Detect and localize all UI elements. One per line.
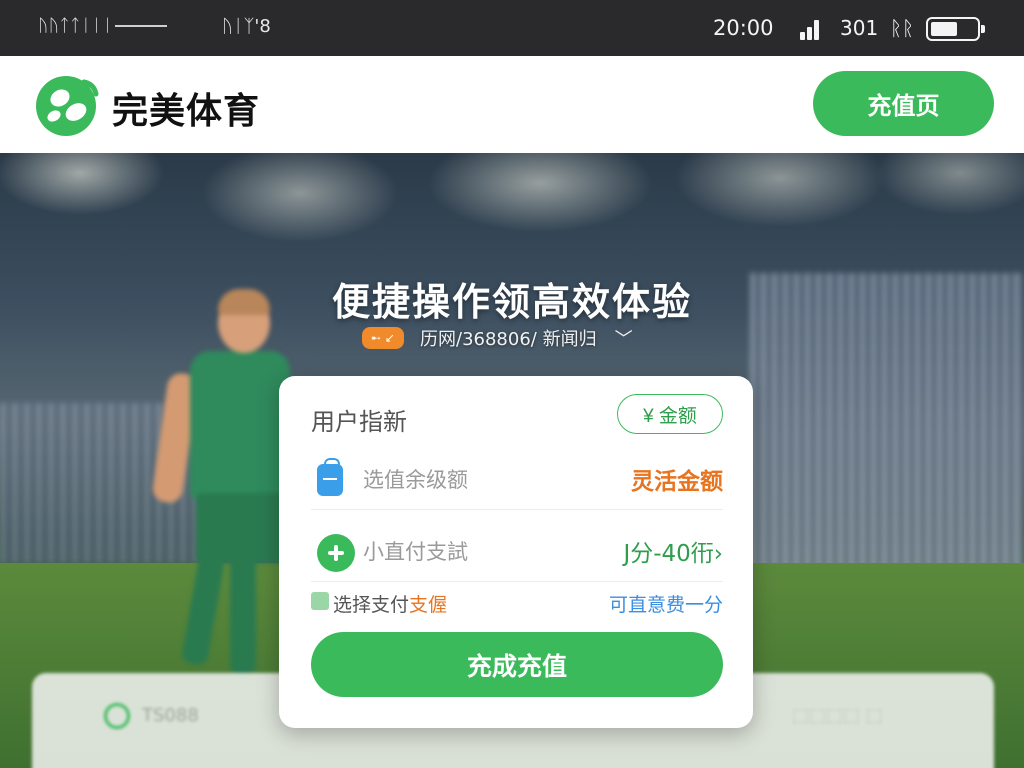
- hero-badge: ➸ ↙: [362, 327, 404, 349]
- amount-option-row[interactable]: 选值余级额 灵活金额: [311, 448, 723, 510]
- hero-subtitle: 历网/368806/ 新闻归: [420, 329, 597, 350]
- app-header: 完美体育 充值页: [0, 56, 1024, 153]
- brand-name: 完美体育: [112, 91, 261, 132]
- payment-method-value: J分-40衎›: [623, 541, 723, 567]
- background-panel-right-text: ⬚⬚⬚⬚ ⬚: [792, 705, 883, 726]
- status-bar: ᚢᚢᛏᛏᛁᛁᛁ ᚢᛁᛉ'8 20:00 301 ᚱᚱ: [0, 0, 1024, 56]
- hero-subtitle-row: ➸ ↙ 历网/368806/ 新闻归 ﹀: [362, 325, 633, 351]
- hero-section: TS088 ⬚⬚⬚⬚ ⬚ 便捷操作领高效体验 ➸ ↙ 历网/368806/ 新闻…: [0, 153, 1024, 768]
- payment-select-row: 选择支付支偓 可直意费一分: [311, 590, 723, 618]
- payment-method-label: 小直付支試: [363, 540, 468, 564]
- battery-icon: [926, 17, 985, 41]
- battery-fill: [931, 22, 957, 36]
- battery-cap: [981, 25, 985, 33]
- amount-option-value: 灵活金额: [631, 469, 723, 495]
- player-image: [150, 289, 290, 675]
- amount-button[interactable]: ¥ 金额: [617, 394, 723, 434]
- signal-icon: [800, 18, 822, 40]
- recharge-page-button[interactable]: 充值页: [813, 71, 994, 136]
- network-label: 301: [840, 16, 879, 40]
- payment-select-highlight: 支偓: [409, 594, 448, 616]
- status-divider: [114, 25, 167, 27]
- plus-circle-icon: [317, 532, 355, 572]
- status-mid-text: ᚢᛁᛉ'8: [222, 16, 271, 37]
- amount-option-label: 选值余级额: [363, 468, 468, 492]
- chevron-down-icon[interactable]: ﹀: [615, 325, 633, 351]
- status-left-text: ᚢᚢᛏᛏᛁᛁᛁ: [38, 16, 167, 36]
- checkbox-icon[interactable]: [311, 592, 329, 610]
- background-panel-text: TS088: [142, 705, 199, 726]
- hero-title: 便捷操作领高效体验: [331, 280, 692, 324]
- background-panel-icon: [104, 703, 130, 729]
- card-title: 用户指新: [311, 408, 407, 436]
- status-carrier-text: ᚢᚢᛏᛏᛁᛁᛁ: [38, 16, 113, 36]
- payment-select-label: 选择支付支偓: [333, 590, 447, 617]
- fee-info-link[interactable]: 可直意费一分: [609, 590, 723, 617]
- payment-select-prefix: 选择支付: [333, 594, 410, 616]
- payment-method-row[interactable]: 小直付支試 J分-40衎›: [311, 520, 723, 582]
- confirm-recharge-button[interactable]: 充成充值: [311, 632, 723, 697]
- network-extra-label: ᚱᚱ: [890, 16, 914, 40]
- status-time: 20:00: [713, 16, 774, 40]
- recharge-card: 用户指新 ¥ 金额 选值余级额 灵活金额 小直付支試 J分-40衎› 选择支付支…: [279, 376, 753, 728]
- logo-icon: [36, 76, 99, 136]
- bag-icon: [317, 458, 343, 496]
